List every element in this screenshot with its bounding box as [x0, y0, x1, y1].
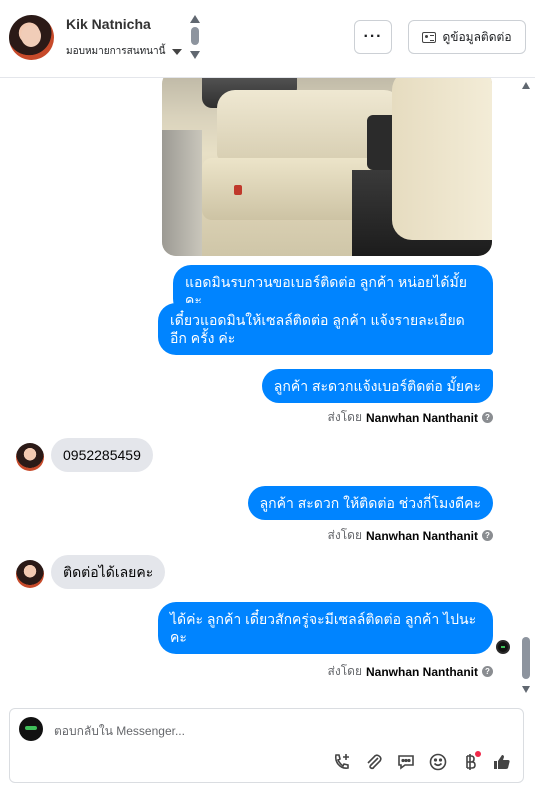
- chat-scroll-down-icon[interactable]: [522, 686, 530, 693]
- sender-name: Nanwhan Nanthanit: [365, 410, 478, 425]
- scroll-thumb[interactable]: [191, 27, 199, 45]
- thumbs-up-icon[interactable]: [491, 751, 513, 773]
- contact-avatar-small[interactable]: [16, 560, 44, 588]
- baht-icon[interactable]: [459, 751, 481, 773]
- incoming-message[interactable]: ติดต่อได้เลยคะ: [51, 555, 166, 589]
- reply-composer: [9, 708, 524, 783]
- incoming-message[interactable]: 0952285459: [51, 438, 153, 472]
- info-icon[interactable]: ?: [482, 666, 493, 677]
- sent-by-label: ส่งโดย Nanwhan Nanthanit ?: [328, 408, 493, 427]
- chat-scroll-thumb[interactable]: [522, 637, 530, 679]
- message-thread[interactable]: แอดมินรบกวนขอเบอร์ติดต่อ ลูกค้า หน่อยได้…: [0, 78, 535, 700]
- header-scrollbar[interactable]: [189, 15, 201, 59]
- sent-by-label: ส่งโดย Nanwhan Nanthanit ?: [328, 662, 493, 681]
- paperclip-icon[interactable]: [363, 751, 385, 773]
- view-contact-info-label: ดูข้อมูลติดต่อ: [442, 29, 512, 44]
- image-door: [162, 130, 202, 256]
- info-icon[interactable]: ?: [482, 530, 493, 541]
- more-horizontal-icon: ···: [363, 28, 383, 45]
- contact-avatar[interactable]: [9, 15, 54, 60]
- more-options-button[interactable]: ···: [354, 20, 392, 54]
- assign-label: มอบหมายการสนทนานี้: [66, 46, 166, 57]
- sender-name: Nanwhan Nanthanit: [365, 664, 478, 679]
- contact-card-icon: [422, 31, 437, 43]
- page-avatar: [19, 717, 43, 741]
- sender-name: Nanwhan Nanthanit: [365, 528, 478, 543]
- outgoing-message[interactable]: ได้ค่ะ ลูกค้า เดี๋ยวสักครู่จะมีเซลล์ติดต…: [158, 602, 493, 654]
- reply-input[interactable]: [54, 721, 454, 741]
- caret-down-icon: [172, 48, 183, 55]
- image-front-seat: [392, 78, 492, 240]
- emoji-icon[interactable]: [427, 751, 449, 773]
- chat-scroll-up-icon[interactable]: [522, 82, 530, 89]
- view-contact-info-button[interactable]: ดูข้อมูลติดต่อ: [408, 20, 526, 54]
- sent-by-prefix: ส่งโดย: [327, 664, 362, 678]
- contact-avatar-small[interactable]: [16, 443, 44, 471]
- outgoing-message[interactable]: ลูกค้า สะดวกแจ้งเบอร์ติดต่อ มั้ยคะ: [261, 369, 493, 403]
- notification-dot: [475, 751, 481, 757]
- scroll-down-icon[interactable]: [190, 51, 200, 59]
- contact-name[interactable]: Kik Natnicha: [66, 16, 151, 32]
- sent-by-label: ส่งโดย Nanwhan Nanthanit ?: [328, 526, 493, 545]
- seen-indicator-avatar: [496, 640, 510, 654]
- sent-by-prefix: ส่งโดย: [327, 528, 362, 542]
- info-icon[interactable]: ?: [482, 412, 493, 423]
- call-add-icon[interactable]: [331, 751, 353, 773]
- saved-reply-icon[interactable]: [395, 751, 417, 773]
- scroll-up-icon[interactable]: [190, 15, 200, 23]
- conversation-header: Kik Natnicha มอบหมายการสนทนานี้ ··· ดูข้…: [0, 0, 535, 78]
- assign-conversation-dropdown[interactable]: มอบหมายการสนทนานี้: [66, 44, 183, 59]
- outgoing-message[interactable]: เดี๋ยวแอดมินให้เซลล์ติดต่อ ลูกค้า แจ้งรา…: [158, 303, 493, 355]
- sent-by-prefix: ส่งโดย: [327, 410, 362, 424]
- composer-toolbar: [331, 751, 513, 773]
- outgoing-message[interactable]: ลูกค้า สะดวก ให้ติดต่อ ช่วงกี่โมงดีคะ: [247, 486, 493, 520]
- image-buckle: [234, 185, 242, 195]
- message-image[interactable]: [162, 78, 492, 256]
